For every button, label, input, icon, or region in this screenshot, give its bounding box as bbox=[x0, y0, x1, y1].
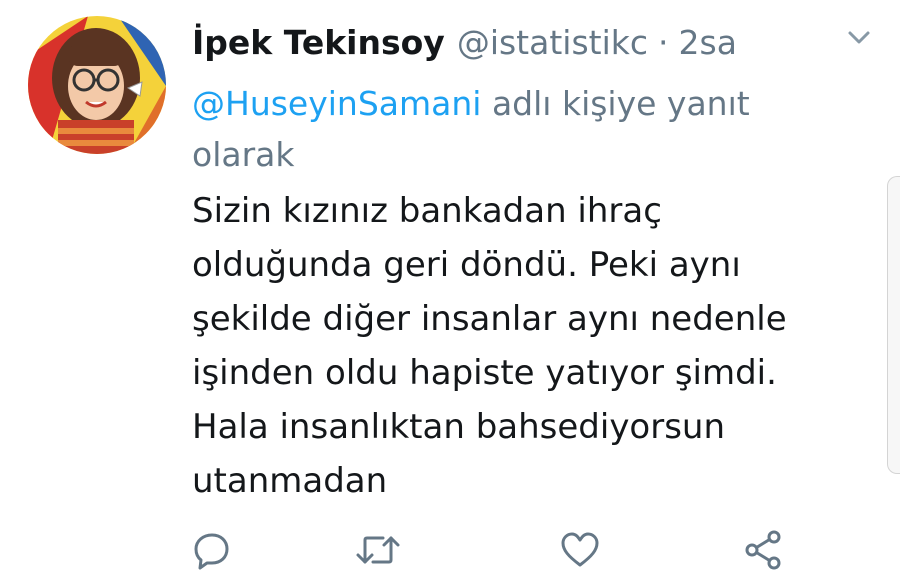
scroll-handle[interactable] bbox=[887, 176, 900, 474]
avatar-illustration bbox=[28, 16, 166, 154]
share-icon bbox=[745, 530, 781, 570]
author-name[interactable]: İpek Tekinsoy bbox=[192, 23, 445, 62]
share-button[interactable] bbox=[738, 525, 788, 575]
author-handle[interactable]: @istatistikc bbox=[457, 23, 648, 62]
reply-context: @HuseyinSamani adlı kişiye yanıt olarak bbox=[192, 78, 832, 180]
tweet-text: Sizin kızınız bankadan ihraç olduğunda g… bbox=[192, 184, 852, 508]
tweet-text-line: Hala insanlıktan bahsediyorsun bbox=[192, 407, 726, 447]
chevron-down-icon[interactable] bbox=[842, 26, 876, 50]
tweet-text-line: şekilde diğer insanlar aynı nedenle bbox=[192, 299, 787, 339]
separator-dot: · bbox=[658, 22, 669, 62]
reply-bubble-icon bbox=[194, 533, 229, 570]
like-button[interactable] bbox=[555, 525, 605, 575]
tweet-card[interactable]: İpek Tekinsoy @istatistikc · 2sa @Huseyi… bbox=[0, 0, 900, 585]
tweet-header: İpek Tekinsoy @istatistikc · 2sa bbox=[192, 14, 737, 70]
reply-mention-link[interactable]: @HuseyinSamani bbox=[192, 84, 481, 123]
tweet-text-line: olduğunda geri döndü. Peki aynı bbox=[192, 245, 741, 285]
tweet-text-line: utanmadan bbox=[192, 461, 388, 501]
tweet-text-line: işinden oldu hapiste yatıyor şimdi. bbox=[192, 353, 777, 393]
reply-button[interactable] bbox=[187, 525, 237, 575]
tweet-text-line: Sizin kızınız bankadan ihraç bbox=[192, 191, 662, 231]
tweet-timestamp[interactable]: 2sa bbox=[679, 23, 737, 62]
tweet-actions bbox=[0, 525, 900, 575]
retweet-icon bbox=[356, 536, 400, 564]
heart-icon bbox=[561, 532, 599, 567]
avatar[interactable] bbox=[28, 16, 166, 154]
retweet-button[interactable] bbox=[353, 525, 403, 575]
